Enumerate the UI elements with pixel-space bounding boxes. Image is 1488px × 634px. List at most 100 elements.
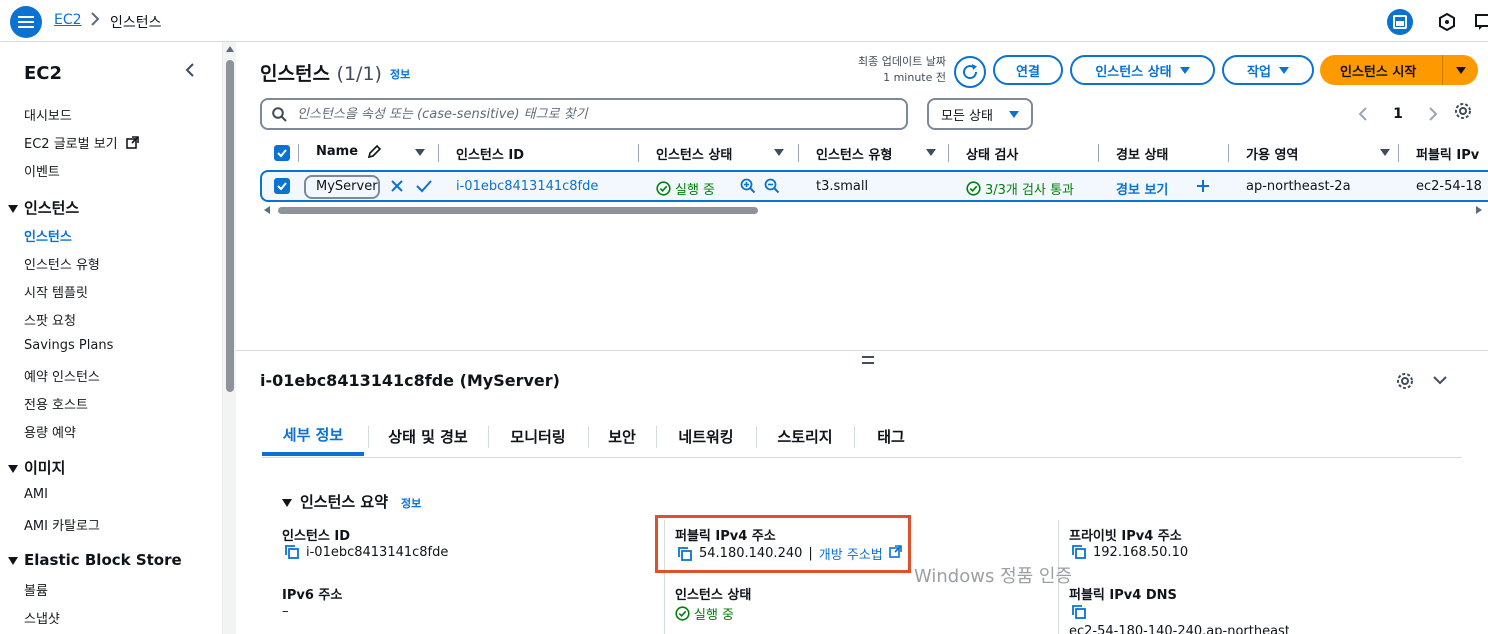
tab-security[interactable]: 보안 [590, 416, 654, 456]
feedback-icon[interactable] [1470, 9, 1488, 35]
tab-separator [368, 426, 369, 448]
search-input[interactable] [297, 106, 877, 122]
select-all-checkbox[interactable] [274, 145, 290, 161]
sidebar-item-launch-templates[interactable]: 시작 템플릿 [24, 282, 88, 301]
refresh-button[interactable] [954, 56, 986, 88]
copy-icon[interactable] [1071, 604, 1087, 620]
search-bar[interactable] [260, 98, 908, 130]
launch-label: 인스턴스 시작 [1340, 64, 1417, 80]
sidebar-scrollbar[interactable] [222, 42, 236, 634]
sidebar-section-images[interactable]: 이미지 [8, 457, 65, 478]
column-header-name[interactable]: Name [316, 144, 381, 159]
detail-title: i-01ebc8413141c8fde (MyServer) [260, 371, 560, 390]
tab-separator [656, 426, 657, 448]
sidebar-section-instances[interactable]: 인스턴스 [8, 197, 79, 218]
current-page[interactable]: 1 [1393, 106, 1403, 122]
sort-icon[interactable] [926, 149, 936, 156]
caret-down-icon [1278, 66, 1289, 74]
sort-icon[interactable] [1380, 149, 1390, 156]
column-header-instance-type[interactable]: 인스턴스 유형 [816, 144, 892, 163]
state-filter-select[interactable]: 모든 상태 [927, 98, 1033, 130]
sidebar-item-dashboard[interactable]: 대시보드 [24, 105, 72, 124]
add-alarm-icon[interactable] [1196, 179, 1210, 197]
column-separator [798, 144, 799, 162]
copy-icon[interactable] [284, 544, 300, 560]
sidebar-item-volumes[interactable]: 볼륨 [24, 580, 48, 599]
cancel-edit-icon[interactable] [390, 179, 404, 197]
view-alarms-link[interactable]: 경보 보기 [1116, 179, 1168, 198]
instance-summary-header[interactable]: 인스턴스 요약 [282, 491, 388, 512]
next-page-icon[interactable] [1428, 107, 1438, 121]
instance-id-value: i-01ebc8413141c8fde [284, 544, 448, 560]
sidebar-item-global-view[interactable]: EC2 글로벌 보기 [24, 133, 139, 153]
scroll-left-icon[interactable] [264, 206, 270, 214]
column-header-public-ipv4[interactable]: 퍼블릭 IPv [1416, 144, 1479, 163]
sort-icon[interactable] [415, 149, 425, 156]
prev-page-icon[interactable] [1358, 107, 1368, 121]
tab-tags[interactable]: 태그 [856, 416, 926, 456]
instance-id-link[interactable]: i-01ebc8413141c8fde [456, 179, 598, 194]
settings-gear-icon[interactable] [1454, 102, 1472, 124]
row-checkbox[interactable] [274, 178, 290, 194]
instance-state-cell: 실행 중 [656, 179, 715, 198]
column-separator [298, 144, 299, 162]
instance-state-button[interactable]: 인스턴스 상태 [1070, 55, 1215, 85]
detail-settings-gear-icon[interactable] [1396, 372, 1414, 394]
connect-button[interactable]: 연결 [993, 55, 1063, 85]
scrollbar-thumb[interactable] [278, 207, 758, 214]
sidebar-item-ami-catalog[interactable]: AMI 카탈로그 [24, 515, 100, 534]
zoom-in-icon[interactable] [740, 178, 756, 198]
zoom-out-icon[interactable] [764, 178, 780, 198]
column-header-status-check[interactable]: 상태 검사 [966, 144, 1018, 163]
sidebar-section-ebs[interactable]: Elastic Block Store [8, 551, 182, 569]
sidebar-item-events[interactable]: 이벤트 [24, 161, 60, 180]
notifications-icon[interactable] [1434, 9, 1460, 35]
name-edit-input[interactable]: MyServer [304, 175, 380, 199]
sort-icon[interactable] [774, 149, 784, 156]
column-header-instance-state[interactable]: 인스턴스 상태 [656, 144, 732, 163]
scrollbar-thumb[interactable] [226, 60, 234, 392]
confirm-edit-icon[interactable] [416, 179, 432, 197]
launch-instances-button[interactable]: 인스턴스 시작 [1320, 55, 1478, 85]
drag-handle-icon[interactable] [862, 356, 874, 364]
detail-tabs: 세부 정보 상태 및 경보 모니터링 보안 네트워킹 스토리지 태그 [262, 416, 1462, 458]
copy-icon[interactable] [1071, 544, 1087, 560]
sidebar-item-capacity-reservations[interactable]: 용량 예약 [24, 422, 76, 441]
collapse-detail-chevron-icon[interactable] [1432, 374, 1448, 390]
sidebar-item-snapshots[interactable]: 스냅샷 [24, 608, 60, 627]
launch-dropdown-icon[interactable] [1443, 66, 1478, 74]
column-header-availability-zone[interactable]: 가용 영역 [1246, 144, 1298, 163]
sidebar-item-instance-types[interactable]: 인스턴스 유형 [24, 254, 100, 273]
sidebar-item-savings-plans[interactable]: Savings Plans [24, 338, 113, 353]
sidebar-title: EC2 [24, 63, 63, 84]
table-row[interactable]: MyServer i-01ebc8413141c8fde 실행 중 t3.sma… [260, 170, 1488, 202]
breadcrumb-ec2[interactable]: EC2 [54, 12, 82, 28]
ipv6-label: IPv6 주소 [282, 588, 343, 603]
summary-info-link[interactable]: 정보 [401, 495, 421, 511]
actions-label: 작업 [1247, 64, 1271, 80]
sidebar-item-dedicated-hosts[interactable]: 전용 호스트 [24, 394, 88, 413]
tab-status-alarms[interactable]: 상태 및 경보 [370, 416, 486, 456]
split-panel-divider [236, 350, 1488, 351]
ipv6-value: – [282, 604, 289, 619]
tab-monitoring[interactable]: 모니터링 [490, 416, 586, 456]
column-header-instance-id[interactable]: 인스턴스 ID [456, 144, 524, 163]
table-horizontal-scrollbar[interactable] [260, 204, 1488, 216]
split-panel-icon[interactable] [1387, 9, 1413, 35]
tab-networking[interactable]: 네트워킹 [658, 416, 754, 456]
sidebar-item-spot-requests[interactable]: 스팟 요청 [24, 310, 76, 329]
column-header-alarm-status[interactable]: 경보 상태 [1116, 144, 1168, 163]
expand-triangle-icon [8, 204, 18, 213]
info-link[interactable]: 정보 [390, 66, 410, 82]
menu-icon[interactable] [10, 6, 42, 38]
actions-button[interactable]: 작업 [1222, 55, 1314, 85]
sidebar-item-reserved-instances[interactable]: 예약 인스턴스 [24, 366, 100, 385]
collapse-sidebar-icon[interactable] [184, 62, 200, 82]
sidebar-item-instances[interactable]: 인스턴스 [24, 226, 72, 245]
tab-storage[interactable]: 스토리지 [758, 416, 852, 456]
breadcrumb-current: 인스턴스 [110, 15, 162, 31]
scroll-right-icon[interactable] [1476, 206, 1482, 214]
scroll-up-icon[interactable] [226, 46, 234, 52]
tab-details[interactable]: 세부 정보 [262, 416, 364, 456]
sidebar-item-ami[interactable]: AMI [24, 487, 48, 502]
